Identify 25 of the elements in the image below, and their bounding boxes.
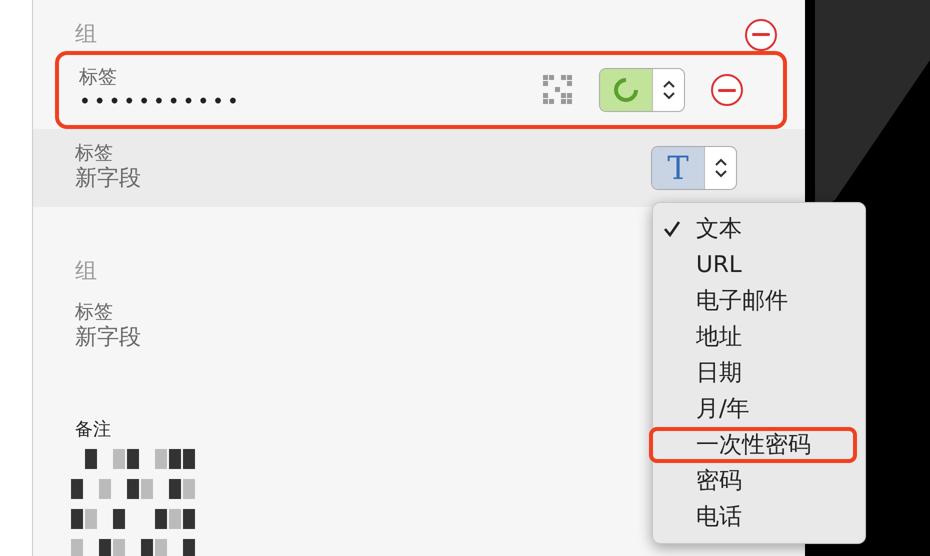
up-down-chevron-icon xyxy=(662,78,676,102)
menu-item[interactable]: 文本 xyxy=(649,211,857,247)
field-label: 标签 xyxy=(79,66,118,88)
menu-item[interactable]: 电子邮件 xyxy=(649,283,857,319)
menu-item[interactable]: 日期 xyxy=(649,355,857,391)
group-title: 组 xyxy=(75,21,97,49)
refresh-icon xyxy=(611,75,641,105)
menu-item[interactable]: URL xyxy=(649,247,857,283)
qr-code-icon xyxy=(543,75,573,105)
remove-button[interactable] xyxy=(711,74,743,106)
menu-item[interactable]: 地址 xyxy=(649,319,857,355)
group-title: 组 xyxy=(75,258,97,286)
notes-label: 备注 xyxy=(75,418,112,442)
checkmark-icon xyxy=(663,220,681,238)
field-type-button[interactable] xyxy=(599,68,685,112)
field-value[interactable]: 新字段 xyxy=(75,165,651,194)
menu-item[interactable]: 密码 xyxy=(649,463,857,499)
menu-item[interactable]: 月/年 xyxy=(649,391,857,427)
masked-value[interactable]: ••••••••••• xyxy=(79,88,543,114)
field-label: 标签 xyxy=(75,142,114,166)
up-down-chevron-icon xyxy=(714,156,728,180)
menu-item[interactable]: 一次性密码 xyxy=(649,427,857,463)
menu-item[interactable]: 电话 xyxy=(649,499,857,535)
field-label: 标签 xyxy=(75,301,114,324)
remove-button[interactable] xyxy=(745,18,777,50)
